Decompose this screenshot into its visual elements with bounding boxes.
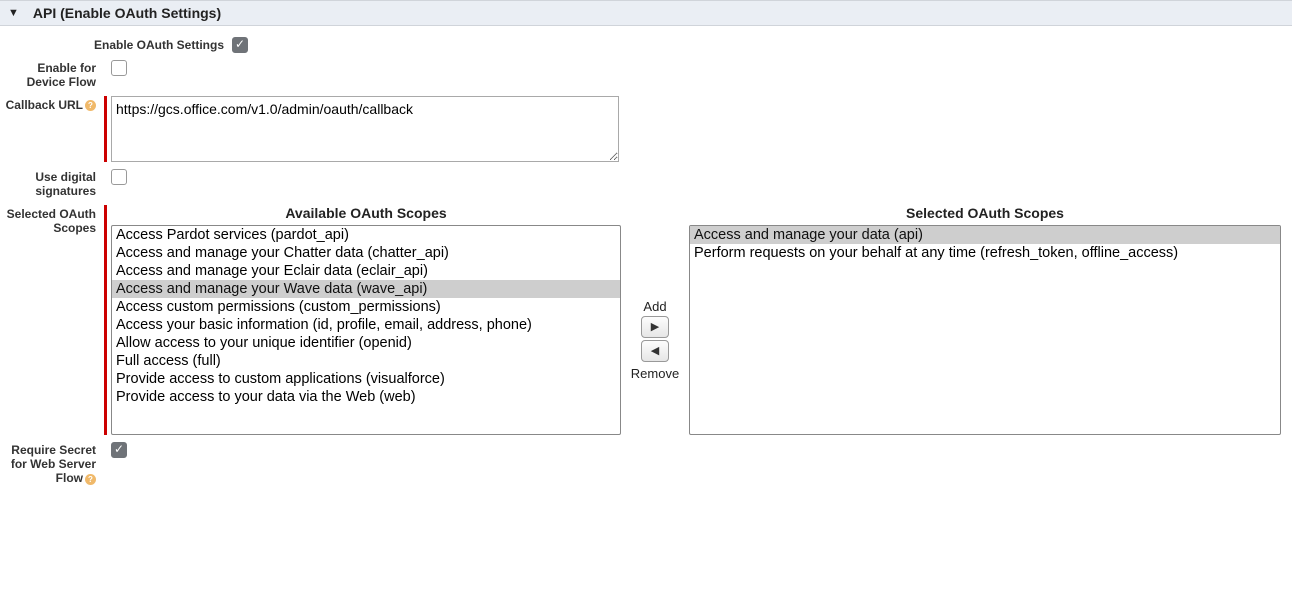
label-digital-sig: Use digital signatures xyxy=(0,168,104,199)
list-item[interactable]: Access and manage your Eclair data (ecla… xyxy=(112,262,620,280)
available-pane: Available OAuth Scopes Access Pardot ser… xyxy=(111,205,621,435)
label-callback-url: Callback URL? xyxy=(0,96,104,112)
row-oauth-scopes: Selected OAuth Scopes Available OAuth Sc… xyxy=(0,205,1292,435)
row-digital-sig: Use digital signatures xyxy=(0,168,1292,199)
row-callback-url: Callback URL? xyxy=(0,96,1292,162)
checkbox-digital-sig[interactable] xyxy=(111,169,127,185)
available-scopes-list[interactable]: Access Pardot services (pardot_api)Acces… xyxy=(111,225,621,435)
list-item[interactable]: Full access (full) xyxy=(112,352,620,370)
list-item[interactable]: Allow access to your unique identifier (… xyxy=(112,334,620,352)
label-callback-url-text: Callback URL xyxy=(6,98,83,112)
row-device-flow: Enable for Device Flow xyxy=(0,59,1292,90)
selected-scopes-list[interactable]: Access and manage your data (api)Perform… xyxy=(689,225,1281,435)
list-item[interactable]: Access Pardot services (pardot_api) xyxy=(112,226,620,244)
section-title: API (Enable OAuth Settings) xyxy=(33,5,221,21)
scopes-wrapper: Available OAuth Scopes Access Pardot ser… xyxy=(111,205,1281,435)
checkbox-enable-oauth[interactable] xyxy=(232,37,248,53)
checkbox-require-secret[interactable] xyxy=(111,442,127,458)
available-heading: Available OAuth Scopes xyxy=(111,205,621,225)
list-item[interactable]: Provide access to custom applications (v… xyxy=(112,370,620,388)
list-item[interactable]: Provide access to your data via the Web … xyxy=(112,388,620,406)
remove-label: Remove xyxy=(631,366,679,381)
callback-url-input[interactable] xyxy=(111,96,619,162)
required-bar xyxy=(104,96,107,162)
list-item[interactable]: Access and manage your Wave data (wave_a… xyxy=(112,280,620,298)
collapse-icon[interactable]: ▼ xyxy=(8,7,19,19)
row-require-secret: Require Secret for Web Server Flow? xyxy=(0,441,1292,486)
label-require-secret: Require Secret for Web Server Flow? xyxy=(0,441,104,486)
list-item[interactable]: Perform requests on your behalf at any t… xyxy=(690,244,1280,262)
help-icon[interactable]: ? xyxy=(85,100,96,111)
list-item[interactable]: Access custom permissions (custom_permis… xyxy=(112,298,620,316)
label-oauth-scopes: Selected OAuth Scopes xyxy=(0,205,104,236)
add-button[interactable]: ▶ xyxy=(641,316,669,338)
selected-heading: Selected OAuth Scopes xyxy=(689,205,1281,225)
remove-button[interactable]: ◀ xyxy=(641,340,669,362)
checkbox-device-flow[interactable] xyxy=(111,60,127,76)
label-require-secret-text: Require Secret for Web Server Flow xyxy=(11,443,96,486)
label-enable-oauth: Enable OAuth Settings xyxy=(0,36,232,52)
transfer-controls: Add ▶ ◀ Remove xyxy=(621,205,689,435)
list-item[interactable]: Access and manage your Chatter data (cha… xyxy=(112,244,620,262)
add-label: Add xyxy=(643,299,666,314)
list-item[interactable]: Access your basic information (id, profi… xyxy=(112,316,620,334)
required-bar xyxy=(104,205,107,435)
form-area: Enable OAuth Settings Enable for Device … xyxy=(0,26,1292,502)
row-enable-oauth: Enable OAuth Settings xyxy=(0,36,1292,53)
selected-pane: Selected OAuth Scopes Access and manage … xyxy=(689,205,1281,435)
label-device-flow: Enable for Device Flow xyxy=(0,59,104,90)
help-icon[interactable]: ? xyxy=(85,474,96,485)
section-header[interactable]: ▼ API (Enable OAuth Settings) xyxy=(0,0,1292,26)
list-item[interactable]: Access and manage your data (api) xyxy=(690,226,1280,244)
